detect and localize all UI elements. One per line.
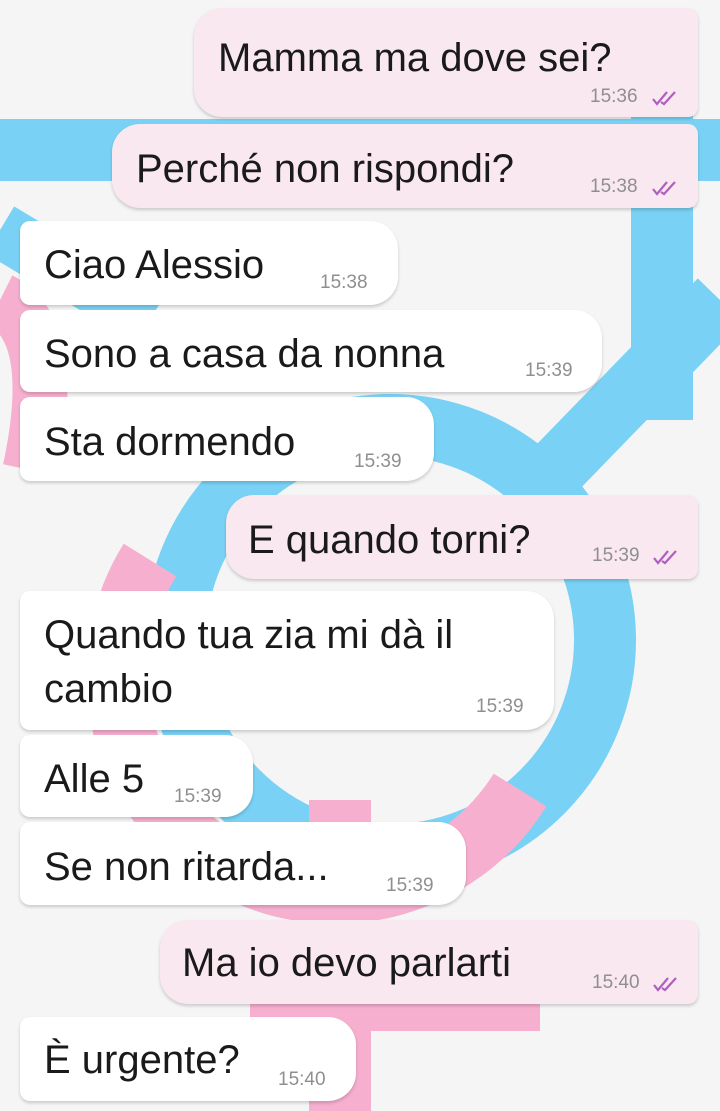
message-text: È urgente? [44,1038,240,1082]
chat-bubble-incoming[interactable]: Se non ritarda... 15:39 [20,822,466,905]
chat-bubble-incoming[interactable]: Sta dormendo 15:39 [20,397,434,481]
message-timestamp: 15:39 [476,696,524,717]
message-text-line: cambio [44,667,173,711]
message-text: Mamma ma dove sei? [218,36,612,80]
message-text-line: Quando tua zia mi dà il [44,613,454,657]
message-text: Sono a casa da nonna [44,332,445,376]
message-text: Ciao Alessio [44,243,265,287]
message-text: Alle 5 [44,757,145,801]
read-checkmarks-icon [653,550,677,565]
read-checkmarks-icon [652,91,676,106]
chat-bubble-incoming[interactable]: Sono a casa da nonna 15:39 [20,310,602,392]
message-text: Perché non rispondi? [136,147,515,191]
message-timestamp: 15:39 [525,360,573,381]
message-timestamp: 15:39 [386,875,434,896]
message-timestamp: 15:39 [592,545,640,566]
read-checkmarks-icon [653,977,677,992]
message-timestamp: 15:40 [592,972,640,993]
message-text: Sta dormendo [44,420,296,464]
chat-bubble-outgoing[interactable]: Perché non rispondi? 15:38 [112,124,698,208]
message-text: Se non ritarda... [44,845,329,889]
chat-bubble-incoming[interactable]: È urgente? 15:40 [20,1017,356,1101]
message-text: E quando torni? [248,518,531,562]
message-text: Ma io devo parlarti [182,941,512,985]
chat-bubble-outgoing[interactable]: Ma io devo parlarti 15:40 [160,920,698,1004]
read-checkmarks-icon [652,181,676,196]
message-timestamp: 15:39 [354,451,402,472]
chat-bubble-incoming[interactable]: Ciao Alessio 15:38 [20,221,398,305]
message-timestamp: 15:38 [320,272,368,293]
chat-bubble-incoming[interactable]: Quando tua zia mi dà il cambio 15:39 [20,591,554,730]
chat-bubble-outgoing[interactable]: Mamma ma dove sei? 15:36 [194,8,698,117]
message-timestamp: 15:36 [590,86,638,107]
chat-bubble-outgoing[interactable]: E quando torni? 15:39 [226,495,698,579]
message-timestamp: 15:40 [278,1069,326,1090]
message-timestamp: 15:39 [174,786,222,807]
message-timestamp: 15:38 [590,176,638,197]
chat-bubble-incoming[interactable]: Alle 5 15:39 [20,735,253,817]
